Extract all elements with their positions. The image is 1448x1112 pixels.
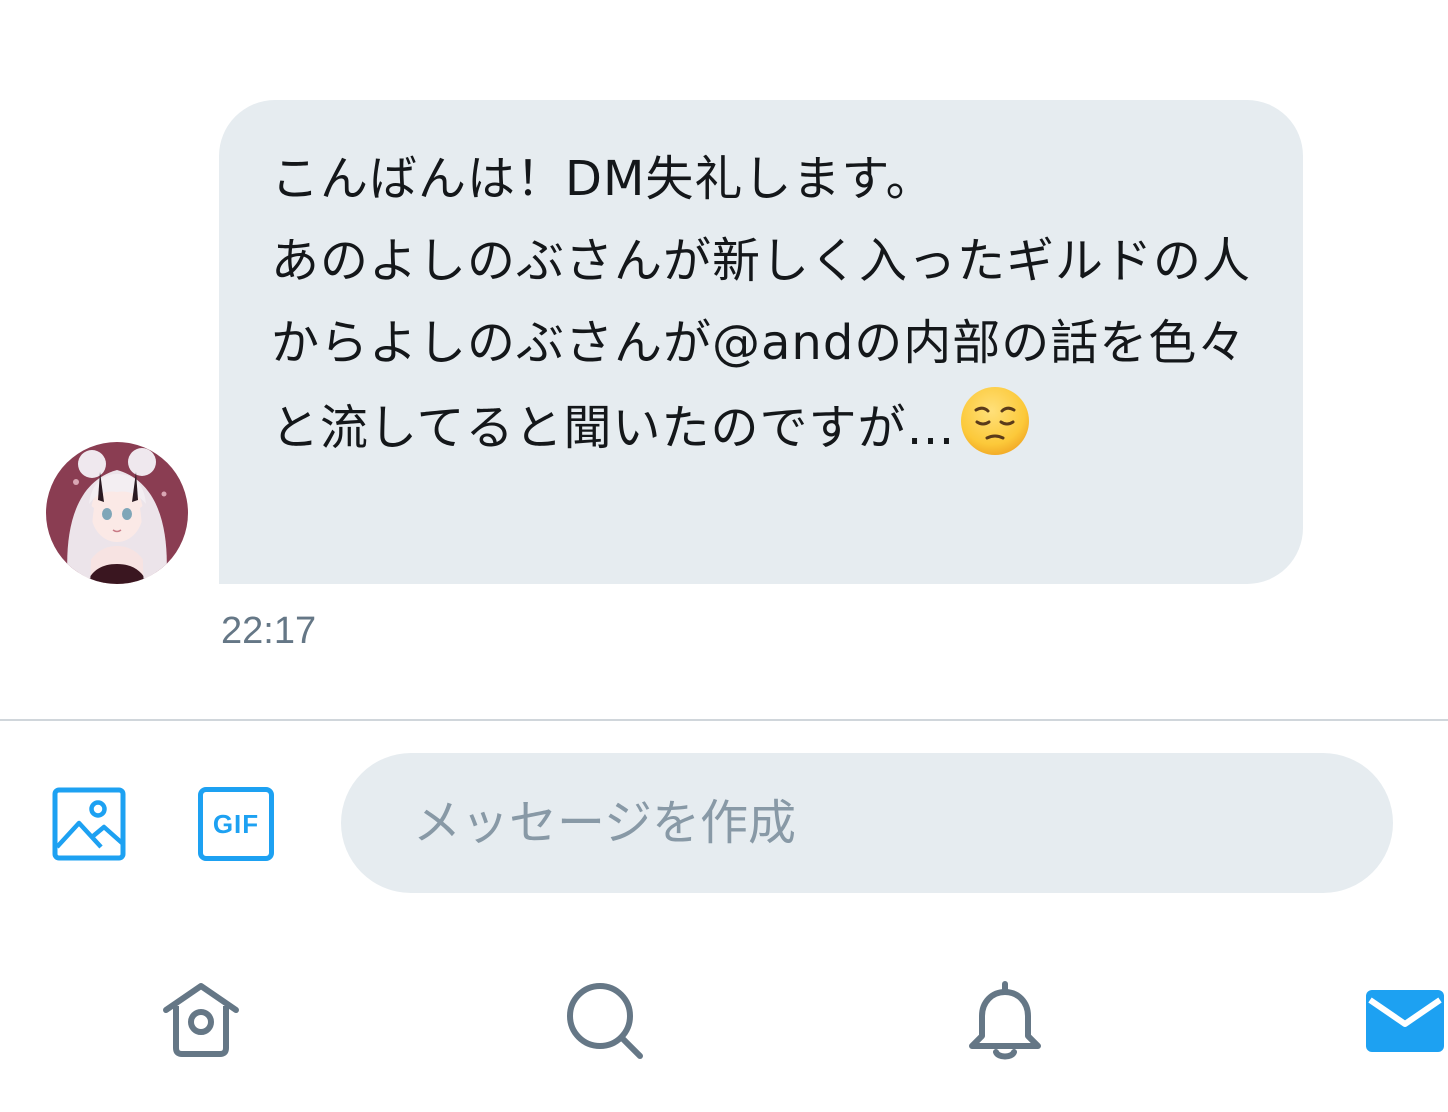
message-timestamp: 22:17 <box>221 610 317 652</box>
tab-home[interactable] <box>156 976 246 1066</box>
message-composer: GIF <box>0 721 1448 921</box>
add-media-button[interactable] <box>52 787 126 861</box>
mail-icon <box>1366 990 1444 1052</box>
tab-search[interactable] <box>560 976 650 1066</box>
sender-avatar[interactable] <box>46 442 188 584</box>
message-input[interactable] <box>341 753 1393 893</box>
tab-notifications[interactable] <box>960 976 1050 1066</box>
bell-icon <box>969 981 1041 1060</box>
avatar-image <box>46 442 188 584</box>
pensive-face-emoji <box>958 384 1032 483</box>
add-gif-button[interactable]: GIF <box>198 787 274 861</box>
image-icon <box>52 787 126 861</box>
conversation-view: こんばんは！DM失礼します。 あのよしのぶさんが新しく入ったギルドの人からよしの… <box>0 0 1448 720</box>
bottom-tab-bar <box>0 960 1448 1112</box>
search-icon <box>567 983 643 1059</box>
message-text: こんばんは！DM失礼します。 あのよしのぶさんが新しく入ったギルドの人からよしの… <box>271 151 1252 456</box>
gif-icon: GIF <box>198 787 274 861</box>
message-bubble[interactable]: こんばんは！DM失礼します。 あのよしのぶさんが新しく入ったギルドの人からよしの… <box>219 100 1303 584</box>
gif-label: GIF <box>212 808 260 839</box>
tab-messages[interactable] <box>1362 976 1448 1066</box>
home-icon <box>163 983 239 1057</box>
